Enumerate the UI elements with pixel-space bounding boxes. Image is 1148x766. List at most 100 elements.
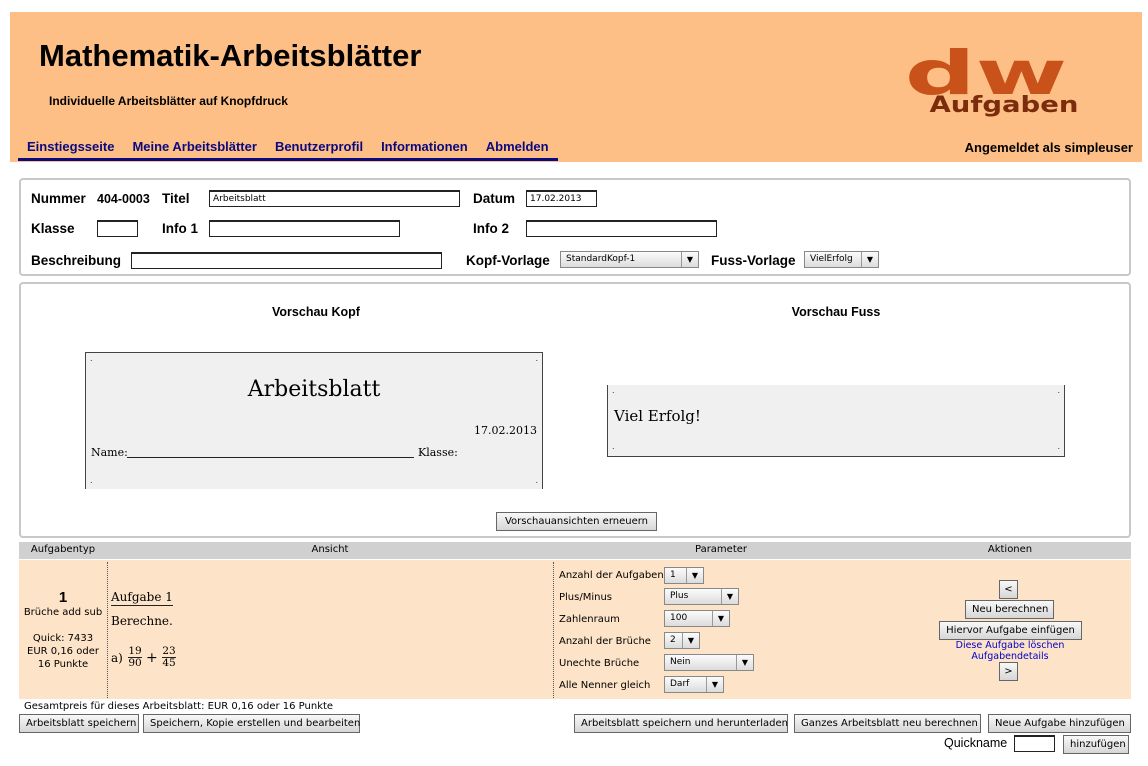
- datum-input[interactable]: 17.02.2013: [526, 190, 597, 207]
- corner-mark: .: [612, 386, 615, 395]
- save-download-button[interactable]: Arbeitsblatt speichern und herunterladen: [574, 714, 788, 733]
- fraction-1-numerator: 19: [128, 645, 142, 657]
- insert-task-before-button[interactable]: Hiervor Aufgabe einfügen: [939, 621, 1082, 640]
- info2-label: Info 2: [473, 221, 509, 236]
- prev-task-button[interactable]: <: [999, 580, 1018, 599]
- preview-kopf-box: . . Arbeitsblatt 17.02.2013 Name: Klasse…: [85, 352, 543, 489]
- nav-abmelden[interactable]: Abmelden: [476, 139, 558, 161]
- corner-mark: .: [612, 442, 615, 451]
- param-unechte-brueche-value: Nein: [670, 657, 691, 667]
- app-title: Mathematik-Arbeitsblätter: [39, 38, 422, 73]
- fraction-1-denominator: 90: [128, 657, 142, 669]
- fraction-2: 23 45: [162, 646, 176, 669]
- chevron-down-icon: ▼: [706, 677, 723, 692]
- param-anzahl-aufgaben-label: Anzahl der Aufgaben: [559, 570, 664, 581]
- fraction-2-denominator: 45: [162, 657, 176, 669]
- task-item-label: a): [111, 651, 123, 665]
- name-line: [127, 457, 414, 458]
- preview-fuss-title: Vorschau Fuss: [791, 305, 881, 319]
- param-alle-nenner-select[interactable]: Darf ▼: [664, 676, 724, 693]
- param-anzahl-brueche-label: Anzahl der Brüche: [559, 636, 651, 647]
- param-plus-minus-label: Plus/Minus: [559, 592, 613, 603]
- app-subtitle: Individuelle Arbeitsblätter auf Knopfdru…: [49, 94, 288, 108]
- info1-label: Info 1: [162, 221, 198, 236]
- klasse-input[interactable]: [97, 220, 138, 237]
- titel-label: Titel: [162, 191, 190, 206]
- preview-fuss-box: . . Viel Erfolg! . .: [607, 385, 1065, 457]
- param-zahlenraum-select[interactable]: 100 ▼: [664, 610, 730, 627]
- nummer-value: 404-0003: [97, 192, 150, 206]
- nav-einstiegsseite[interactable]: Einstiegsseite: [18, 139, 124, 161]
- chevron-down-icon: ▼: [721, 589, 738, 604]
- nav-meine-arbeitsblaetter[interactable]: Meine Arbeitsblätter: [123, 139, 266, 161]
- corner-mark: .: [90, 476, 93, 485]
- total-price: Gesamtpreis für dieses Arbeitsblatt: EUR…: [24, 701, 334, 712]
- fraction-1: 19 90: [128, 646, 142, 669]
- titel-input[interactable]: Arbeitsblatt: [209, 190, 460, 207]
- worksheet-meta-panel: Nummer 404-0003 Titel Arbeitsblatt Datum…: [19, 178, 1131, 276]
- info2-input[interactable]: [526, 220, 717, 237]
- recalc-task-button[interactable]: Neu berechnen: [965, 600, 1054, 619]
- param-unechte-brueche-select[interactable]: Nein ▼: [664, 654, 754, 671]
- param-anzahl-aufgaben-select[interactable]: 1 ▼: [664, 567, 704, 584]
- task-table-header: Aufgabentyp Ansicht Parameter Aktionen: [19, 542, 1131, 559]
- preview-fuss-text: Viel Erfolg!: [614, 407, 701, 425]
- refresh-preview-button[interactable]: Vorschauansichten erneuern: [496, 512, 657, 531]
- main-nav: Einstiegsseite Meine Arbeitsblätter Benu…: [18, 139, 558, 161]
- nav-benutzerprofil[interactable]: Benutzerprofil: [265, 139, 373, 161]
- task-instruction: Berechne.: [111, 614, 173, 628]
- task-row: 1 Brüche add sub Quick: 7433 EUR 0,16 od…: [19, 560, 1131, 699]
- col-aktionen: Aktionen: [987, 544, 1033, 555]
- recalc-worksheet-button[interactable]: Ganzes Arbeitsblatt neu berechnen: [794, 714, 981, 733]
- delete-task-link[interactable]: Diese Aufgabe löschen: [919, 640, 1101, 651]
- fraction-2-numerator: 23: [162, 645, 176, 657]
- kopf-vorlage-label: Kopf-Vorlage: [466, 253, 550, 268]
- task-details-link[interactable]: Aufgabendetails: [919, 651, 1101, 662]
- chevron-down-icon: ▼: [681, 252, 698, 267]
- task-points: 16 Punkte: [37, 659, 89, 670]
- col-parameter: Parameter: [694, 544, 748, 555]
- task-type: Brüche add sub: [23, 607, 103, 618]
- column-divider: [107, 562, 108, 698]
- preview-kopf-klasse: Klasse:: [418, 446, 458, 459]
- beschreibung-input[interactable]: [131, 252, 442, 269]
- chevron-down-icon: ▼: [686, 568, 703, 583]
- quickname-add-button[interactable]: hinzufügen: [1063, 735, 1129, 754]
- save-worksheet-button[interactable]: Arbeitsblatt speichern: [19, 714, 139, 733]
- fuss-vorlage-select[interactable]: VielErfolg ▼: [804, 251, 879, 268]
- corner-mark: .: [1057, 386, 1060, 395]
- beschreibung-label: Beschreibung: [31, 253, 122, 268]
- save-copy-edit-button[interactable]: Speichern, Kopie erstellen und bearbeite…: [143, 714, 360, 733]
- task-number: 1: [58, 589, 68, 606]
- chevron-down-icon: ▼: [712, 611, 729, 626]
- add-task-button[interactable]: Neue Aufgabe hinzufügen: [988, 714, 1131, 733]
- nav-informationen[interactable]: Informationen: [372, 139, 477, 161]
- task-price: EUR 0,16 oder: [27, 646, 99, 657]
- preview-kopf-name: Name:: [91, 446, 128, 459]
- fuss-vorlage-label: Fuss-Vorlage: [711, 253, 796, 268]
- param-alle-nenner-value: Darf: [670, 679, 690, 689]
- klasse-label: Klasse: [31, 221, 75, 236]
- preview-kopf-date: 17.02.2013: [474, 424, 537, 437]
- datum-label: Datum: [473, 191, 516, 206]
- param-unechte-brueche-label: Unechte Brüche: [559, 658, 640, 669]
- header-banner: Mathematik-Arbeitsblätter Individuelle A…: [10, 12, 1142, 162]
- param-zahlenraum-label: Zahlenraum: [559, 614, 620, 625]
- info1-input[interactable]: [209, 220, 400, 237]
- logged-in-status: Angemeldet als simpleuser: [964, 140, 1133, 155]
- column-divider: [553, 562, 554, 698]
- corner-mark: .: [535, 354, 538, 363]
- task-title: Aufgabe 1: [111, 590, 173, 606]
- param-alle-nenner-label: Alle Nenner gleich: [559, 680, 651, 691]
- logo-word: Aufgaben: [930, 92, 1079, 118]
- corner-mark: .: [90, 354, 93, 363]
- kopf-vorlage-select[interactable]: StandardKopf-1 ▼: [560, 251, 699, 268]
- next-task-button[interactable]: >: [999, 662, 1018, 681]
- task-quick: Quick: 7433: [32, 633, 94, 644]
- preview-kopf-title: Vorschau Kopf: [272, 305, 360, 319]
- param-plus-minus-select[interactable]: Plus ▼: [664, 588, 739, 605]
- quickname-input[interactable]: [1014, 735, 1055, 752]
- quickname-label: Quickname: [944, 736, 1008, 750]
- param-anzahl-brueche-select[interactable]: 2 ▼: [664, 632, 700, 649]
- fuss-vorlage-value: VielErfolg: [810, 254, 853, 264]
